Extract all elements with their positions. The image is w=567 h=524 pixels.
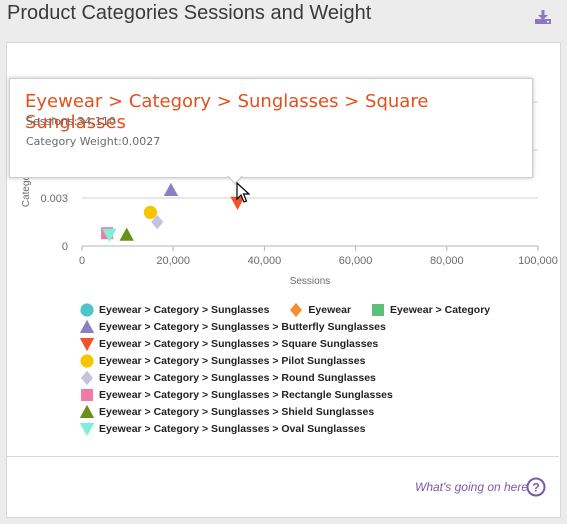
legend-label: Eyewear > Category > Sunglasses > Pilot … xyxy=(99,354,366,367)
legend-item[interactable]: Eyewear > Category > Sunglasses > Butter… xyxy=(80,319,386,334)
x-tick-label: 100,000 xyxy=(518,255,558,267)
legend-marker-icon xyxy=(80,353,94,368)
legend-marker-icon xyxy=(80,302,94,317)
legend-item[interactable]: Eyewear > Category > Sunglasses > Oval S… xyxy=(80,422,365,436)
legend-marker[interactable] xyxy=(80,319,94,333)
data-point[interactable] xyxy=(143,205,157,219)
x-tick-label: 20,000 xyxy=(156,255,190,267)
legend-label: Eyewear > Category > Sunglasses > Rectan… xyxy=(99,388,393,401)
help-link[interactable]: What's going on here xyxy=(415,480,528,494)
legend-marker-icon xyxy=(372,303,385,316)
legend-row: Eyewear > Category > Sunglasses > Shield… xyxy=(80,403,510,420)
legend-marker-icon xyxy=(80,337,94,351)
legend-item[interactable]: Eyewear > Category > Sunglasses > Shield… xyxy=(80,404,375,419)
legend-marker[interactable] xyxy=(81,370,93,385)
legend-label: Eyewear > Category > Sunglasses > Shield… xyxy=(99,405,375,418)
panel-divider xyxy=(6,456,559,457)
x-tick-label: 80,000 xyxy=(430,255,464,267)
svg-text:?: ? xyxy=(532,481,539,495)
y-tick-label: 0 xyxy=(62,241,68,253)
tooltip-sessions: Sessions:34,110 xyxy=(26,115,116,128)
legend-label: Eyewear > Category > Sunglasses > Round … xyxy=(99,371,376,384)
chart-legend: Eyewear > Category > Sunglasses Eyewear Ey… xyxy=(80,301,510,437)
legend-row: Eyewear > Category > Sunglasses > Round … xyxy=(80,369,510,386)
legend-marker-icon xyxy=(80,404,94,418)
cursor-icon xyxy=(236,182,250,203)
legend-row: Eyewear > Category > Sunglasses > Pilot … xyxy=(80,352,510,369)
legend-marker[interactable] xyxy=(372,303,385,316)
legend-label: Eyewear xyxy=(308,303,352,316)
legend-row: Eyewear > Category > Sunglasses > Oval S… xyxy=(80,420,510,437)
x-axis-label: Sessions xyxy=(290,276,331,287)
legend-marker-icon xyxy=(80,422,94,436)
legend-item[interactable]: Eyewear > Category > Sunglasses > Round … xyxy=(80,370,376,385)
legend-marker[interactable] xyxy=(81,388,93,401)
legend-row: Eyewear > Category > Sunglasses > Rectan… xyxy=(80,386,510,403)
data-point[interactable] xyxy=(119,227,134,241)
tooltip-weight: Category Weight:0.0027 xyxy=(26,135,161,148)
legend-marker-icon xyxy=(290,302,303,317)
legend-label: Eyewear > Category xyxy=(390,303,491,316)
legend-label: Eyewear > Category > Sunglasses > Square… xyxy=(99,337,379,350)
legend-marker-icon xyxy=(81,388,93,401)
help-icon[interactable]: ? xyxy=(526,477,546,497)
chart-tooltip: Eyewear > Category > Sunglasses > Square… xyxy=(9,78,533,178)
legend-row: Eyewear > Category > Sunglasses > Butter… xyxy=(80,318,510,335)
legend-marker[interactable] xyxy=(290,302,303,317)
legend-label: Eyewear > Category > Sunglasses > Butter… xyxy=(99,320,386,333)
legend-marker-icon xyxy=(81,370,93,385)
x-tick-label: 0 xyxy=(79,255,85,267)
legend-item[interactable]: Eyewear > Category > Sunglasses > Rectan… xyxy=(80,388,393,402)
legend-marker-icon xyxy=(80,319,94,333)
x-tick-label: 40,000 xyxy=(248,255,282,267)
legend-item[interactable]: Eyewear xyxy=(289,302,352,317)
legend-item[interactable]: Eyewear > Category xyxy=(371,303,490,317)
legend-marker[interactable] xyxy=(80,302,94,317)
legend-label: Eyewear > Category > Sunglasses > Oval S… xyxy=(99,422,366,435)
legend-label: Eyewear > Category > Sunglasses xyxy=(99,303,270,316)
data-point[interactable] xyxy=(163,182,179,196)
legend-row: Eyewear > Category > Sunglasses > Square… xyxy=(80,335,510,352)
y-tick-label: 0.003 xyxy=(40,193,68,205)
legend-marker[interactable] xyxy=(80,422,94,436)
legend-marker[interactable] xyxy=(80,404,94,418)
legend-marker[interactable] xyxy=(80,337,94,351)
legend-item[interactable]: Eyewear > Category > Sunglasses xyxy=(80,302,270,317)
legend-row: Eyewear > Category > Sunglasses Eyewear Ey… xyxy=(80,301,510,318)
legend-item[interactable]: Eyewear > Category > Sunglasses > Square… xyxy=(80,337,378,351)
legend-marker[interactable] xyxy=(80,353,94,368)
x-tick-label: 60,000 xyxy=(339,255,373,267)
legend-item[interactable]: Eyewear > Category > Sunglasses > Pilot … xyxy=(80,353,366,368)
